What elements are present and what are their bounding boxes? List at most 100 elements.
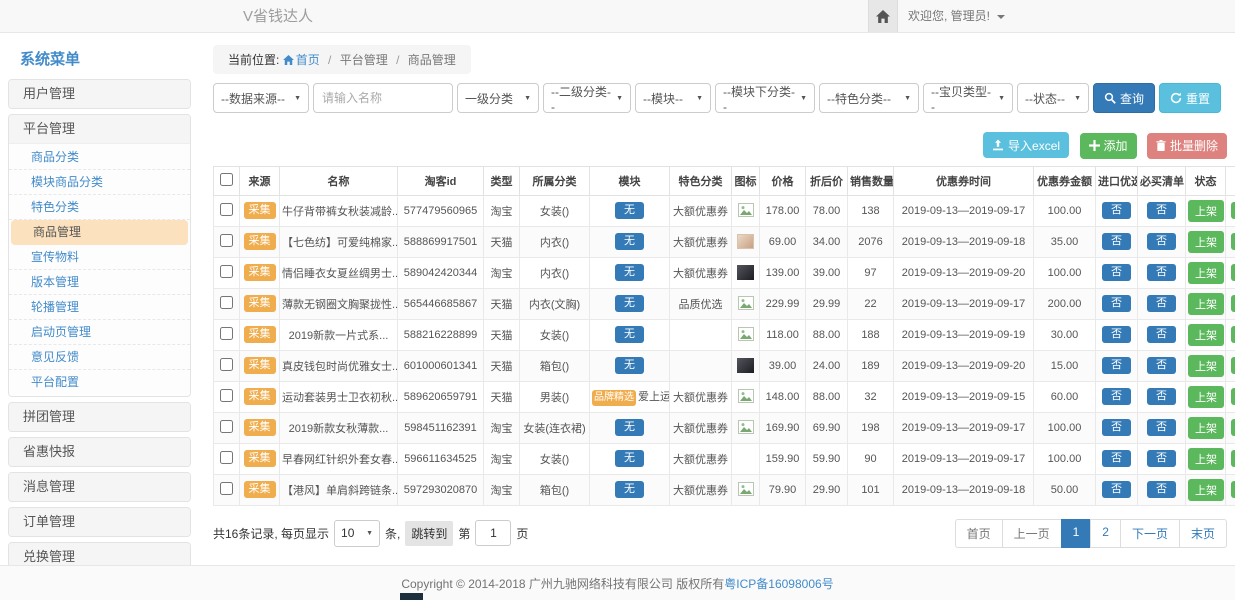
filter-select[interactable]: --特色分类--▼ <box>819 83 919 113</box>
edit-button[interactable] <box>1231 357 1235 374</box>
filter-select[interactable]: --宝贝类型--▼ <box>923 83 1013 113</box>
must-buy-toggle[interactable]: 否 <box>1147 357 1176 374</box>
row-checkbox[interactable] <box>220 358 233 371</box>
row-checkbox[interactable] <box>220 451 233 464</box>
import-optimal-toggle[interactable]: 否 <box>1102 202 1131 219</box>
user-menu[interactable]: 欢迎您, 管理员! <box>908 0 1005 33</box>
edit-button[interactable] <box>1231 419 1235 436</box>
must-buy-toggle[interactable]: 否 <box>1147 264 1176 281</box>
filter-select-data-source[interactable]: --数据来源-- ▼ <box>213 83 309 113</box>
import-optimal-toggle[interactable]: 否 <box>1102 326 1131 343</box>
edit-button[interactable] <box>1231 326 1235 343</box>
sidebar-item[interactable]: 启动页管理 <box>9 320 190 345</box>
row-checkbox[interactable] <box>220 296 233 309</box>
add-button[interactable]: 添加 <box>1080 133 1137 159</box>
per-page-select[interactable]: 10 ▼ <box>334 520 380 547</box>
status-button[interactable]: 上架 <box>1188 386 1224 408</box>
sidebar-item[interactable]: 商品分类 <box>9 145 190 170</box>
module-badge: 无 <box>615 419 644 436</box>
home-nav-button[interactable] <box>868 0 898 32</box>
edit-button[interactable] <box>1231 233 1235 250</box>
sidebar-item[interactable]: 轮播管理 <box>9 295 190 320</box>
edit-button[interactable] <box>1231 202 1235 219</box>
icp-link[interactable]: 粤ICP备16098006号 <box>724 575 833 592</box>
import-optimal-toggle[interactable]: 否 <box>1102 357 1131 374</box>
filter-select[interactable]: --模块--▼ <box>635 83 711 113</box>
jump-page-input[interactable] <box>475 520 511 546</box>
sidebar-group: 订单管理 <box>8 507 191 537</box>
sidebar-group-header[interactable]: 订单管理 <box>9 508 190 536</box>
sidebar-item[interactable]: 商品管理 <box>11 220 188 245</box>
status-button[interactable]: 上架 <box>1188 231 1224 253</box>
caret-down-icon: ▼ <box>294 95 301 102</box>
batch-delete-button[interactable]: 批量删除 <box>1147 133 1227 159</box>
edit-button[interactable] <box>1231 481 1235 498</box>
must-buy-toggle[interactable]: 否 <box>1147 450 1176 467</box>
sidebar-group-header[interactable]: 省惠快报 <box>9 438 190 466</box>
status-button[interactable]: 上架 <box>1188 448 1224 470</box>
jump-prefix: 第 <box>458 525 470 542</box>
import-optimal-toggle[interactable]: 否 <box>1102 450 1131 467</box>
import-optimal-toggle[interactable]: 否 <box>1102 295 1131 312</box>
page-button[interactable]: 上一页 <box>1002 519 1062 548</box>
status-button[interactable]: 上架 <box>1188 262 1224 284</box>
sidebar-group-header[interactable]: 平台管理 <box>9 115 190 143</box>
filter-select[interactable]: --状态--▼ <box>1017 83 1089 113</box>
sidebar-item[interactable]: 版本管理 <box>9 270 190 295</box>
import-excel-button[interactable]: 导入excel <box>983 132 1069 158</box>
status-button[interactable]: 上架 <box>1188 479 1224 501</box>
row-checkbox[interactable] <box>220 265 233 278</box>
row-checkbox[interactable] <box>220 203 233 216</box>
status-button[interactable]: 上架 <box>1188 324 1224 346</box>
must-buy-toggle[interactable]: 否 <box>1147 202 1176 219</box>
row-checkbox[interactable] <box>220 234 233 247</box>
import-optimal-toggle[interactable]: 否 <box>1102 481 1131 498</box>
page-button[interactable]: 2 <box>1090 519 1121 548</box>
must-buy-toggle[interactable]: 否 <box>1147 388 1176 405</box>
sidebar-group-header[interactable]: 用户管理 <box>9 80 190 108</box>
filter-select[interactable]: 一级分类▼ <box>457 83 539 113</box>
sidebar-item[interactable]: 平台配置 <box>9 370 190 395</box>
import-optimal-toggle[interactable]: 否 <box>1102 264 1131 281</box>
select-all-checkbox[interactable] <box>220 173 233 186</box>
filter-select[interactable]: --模块下分类--▼ <box>715 83 815 113</box>
page-button[interactable]: 1 <box>1061 519 1092 548</box>
must-buy-toggle[interactable]: 否 <box>1147 295 1176 312</box>
filter-select[interactable]: --二级分类--▼ <box>543 83 631 113</box>
must-buy-toggle[interactable]: 否 <box>1147 419 1176 436</box>
edit-button[interactable] <box>1231 264 1235 281</box>
status-button[interactable]: 上架 <box>1188 200 1224 222</box>
import-optimal-toggle[interactable]: 否 <box>1102 419 1131 436</box>
page-button[interactable]: 首页 <box>955 519 1003 548</box>
edit-button[interactable] <box>1231 388 1235 405</box>
row-checkbox[interactable] <box>220 420 233 433</box>
column-header: 特色分类 <box>670 166 732 195</box>
status-button[interactable]: 上架 <box>1188 293 1224 315</box>
must-buy-toggle[interactable]: 否 <box>1147 326 1176 343</box>
sidebar-group-header[interactable]: 拼团管理 <box>9 403 190 431</box>
breadcrumb-home-link[interactable]: 首页 <box>283 53 320 67</box>
sidebar-item[interactable]: 宣传物料 <box>9 245 190 270</box>
row-checkbox[interactable] <box>220 327 233 340</box>
sidebar-group-header[interactable]: 消息管理 <box>9 473 190 501</box>
sidebar-item[interactable]: 特色分类 <box>9 195 190 220</box>
import-optimal-toggle[interactable]: 否 <box>1102 233 1131 250</box>
select-value: --二级分类-- <box>551 83 612 114</box>
status-button[interactable]: 上架 <box>1188 355 1224 377</box>
must-buy-toggle[interactable]: 否 <box>1147 481 1176 498</box>
sidebar-item[interactable]: 意见反馈 <box>9 345 190 370</box>
import-optimal-toggle[interactable]: 否 <box>1102 388 1131 405</box>
status-button[interactable]: 上架 <box>1188 417 1224 439</box>
row-checkbox[interactable] <box>220 482 233 495</box>
source-badge: 采集 <box>244 419 276 436</box>
row-checkbox[interactable] <box>220 389 233 402</box>
edit-button[interactable] <box>1231 295 1235 312</box>
page-button[interactable]: 下一页 <box>1120 519 1180 548</box>
search-button[interactable]: 查询 <box>1093 83 1155 113</box>
reset-button[interactable]: 重置 <box>1159 83 1221 113</box>
sidebar-item[interactable]: 模块商品分类 <box>9 170 190 195</box>
search-name-input[interactable] <box>313 83 453 113</box>
must-buy-toggle[interactable]: 否 <box>1147 233 1176 250</box>
edit-button[interactable] <box>1231 450 1235 467</box>
page-button[interactable]: 末页 <box>1179 519 1227 548</box>
